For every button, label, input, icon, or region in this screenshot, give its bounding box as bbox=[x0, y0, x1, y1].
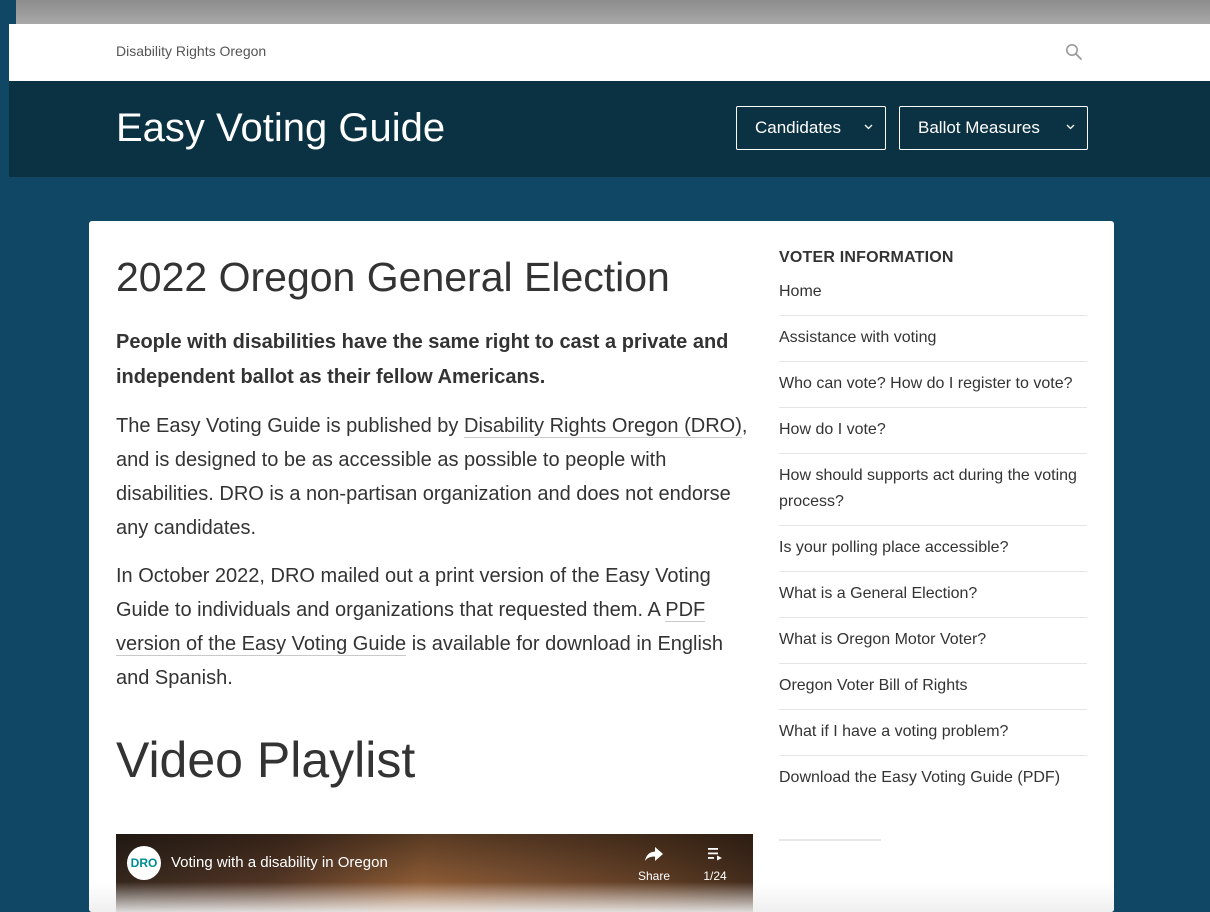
sidebar-divider bbox=[779, 839, 881, 841]
candidates-menu-label: Candidates bbox=[755, 118, 842, 137]
dro-link[interactable]: Disability Rights Oregon (DRO) bbox=[464, 415, 742, 438]
sidebar-item-how-to-vote[interactable]: How do I vote? bbox=[779, 408, 1087, 454]
ballot-measures-menu-label: Ballot Measures bbox=[918, 118, 1040, 137]
sidebar-item-bill-of-rights[interactable]: Oregon Voter Bill of Rights bbox=[779, 664, 1087, 710]
sidebar-item-voting-problem[interactable]: What if I have a voting problem? bbox=[779, 710, 1087, 756]
sidebar-item-home[interactable]: Home bbox=[779, 277, 1087, 316]
candidates-menu-button[interactable]: Candidates bbox=[736, 106, 886, 150]
browser-top-bar bbox=[16, 0, 1210, 24]
print-text-start: In October 2022, DRO mailed out a print … bbox=[116, 565, 711, 621]
intro-text-start: The Easy Voting Guide is published by bbox=[116, 415, 464, 437]
chevron-down-icon bbox=[864, 124, 873, 130]
share-icon bbox=[645, 847, 663, 861]
sidebar-item-download-guide[interactable]: Download the Easy Voting Guide (PDF) bbox=[779, 756, 1087, 801]
site-header: Easy Voting Guide Candidates Ballot Meas… bbox=[9, 81, 1210, 177]
voter-information-sidebar: VOTER INFORMATION Home Assistance with v… bbox=[779, 249, 1087, 841]
chevron-down-icon bbox=[1066, 124, 1075, 130]
sidebar-item-assistance[interactable]: Assistance with voting bbox=[779, 316, 1087, 362]
playlist-position: 1/24 bbox=[703, 869, 727, 883]
sidebar-item-who-can-vote[interactable]: Who can vote? How do I register to vote? bbox=[779, 362, 1087, 408]
lead-paragraph: People with disabilities have the same r… bbox=[116, 331, 729, 388]
utility-bar: Disability Rights Oregon bbox=[9, 24, 1210, 81]
sidebar-item-supports[interactable]: How should supports act during the votin… bbox=[779, 454, 1087, 526]
share-button[interactable]: Share bbox=[636, 846, 672, 886]
sidebar-item-general-election[interactable]: What is a General Election? bbox=[779, 572, 1087, 618]
sidebar-item-polling-place[interactable]: Is your polling place accessible? bbox=[779, 526, 1087, 572]
print-version-paragraph: In October 2022, DRO mailed out a print … bbox=[116, 559, 756, 695]
video-title[interactable]: Voting with a disability in Oregon bbox=[171, 854, 388, 871]
ballot-measures-menu-button[interactable]: Ballot Measures bbox=[899, 106, 1088, 150]
share-label: Share bbox=[637, 869, 671, 883]
intro-paragraph: The Easy Voting Guide is published by Di… bbox=[116, 409, 756, 545]
site-name-link[interactable]: Disability Rights Oregon bbox=[116, 43, 266, 59]
video-playlist-heading: Video Playlist bbox=[116, 732, 416, 788]
sidebar-heading: VOTER INFORMATION bbox=[779, 249, 954, 266]
playlist-icon bbox=[708, 848, 722, 861]
sidebar-item-motor-voter[interactable]: What is Oregon Motor Voter? bbox=[779, 618, 1087, 664]
page-title: 2022 Oregon General Election bbox=[116, 254, 670, 300]
content-card: 2022 Oregon General Election People with… bbox=[89, 221, 1114, 912]
playlist-button[interactable]: 1/24 bbox=[698, 846, 732, 886]
search-icon[interactable] bbox=[1065, 43, 1083, 61]
channel-logo[interactable]: DRO bbox=[127, 846, 161, 880]
main-content: 2022 Oregon General Election People with… bbox=[116, 251, 756, 791]
video-player[interactable]: DRO Voting with a disability in Oregon S… bbox=[116, 834, 753, 912]
site-title[interactable]: Easy Voting Guide bbox=[116, 103, 445, 153]
